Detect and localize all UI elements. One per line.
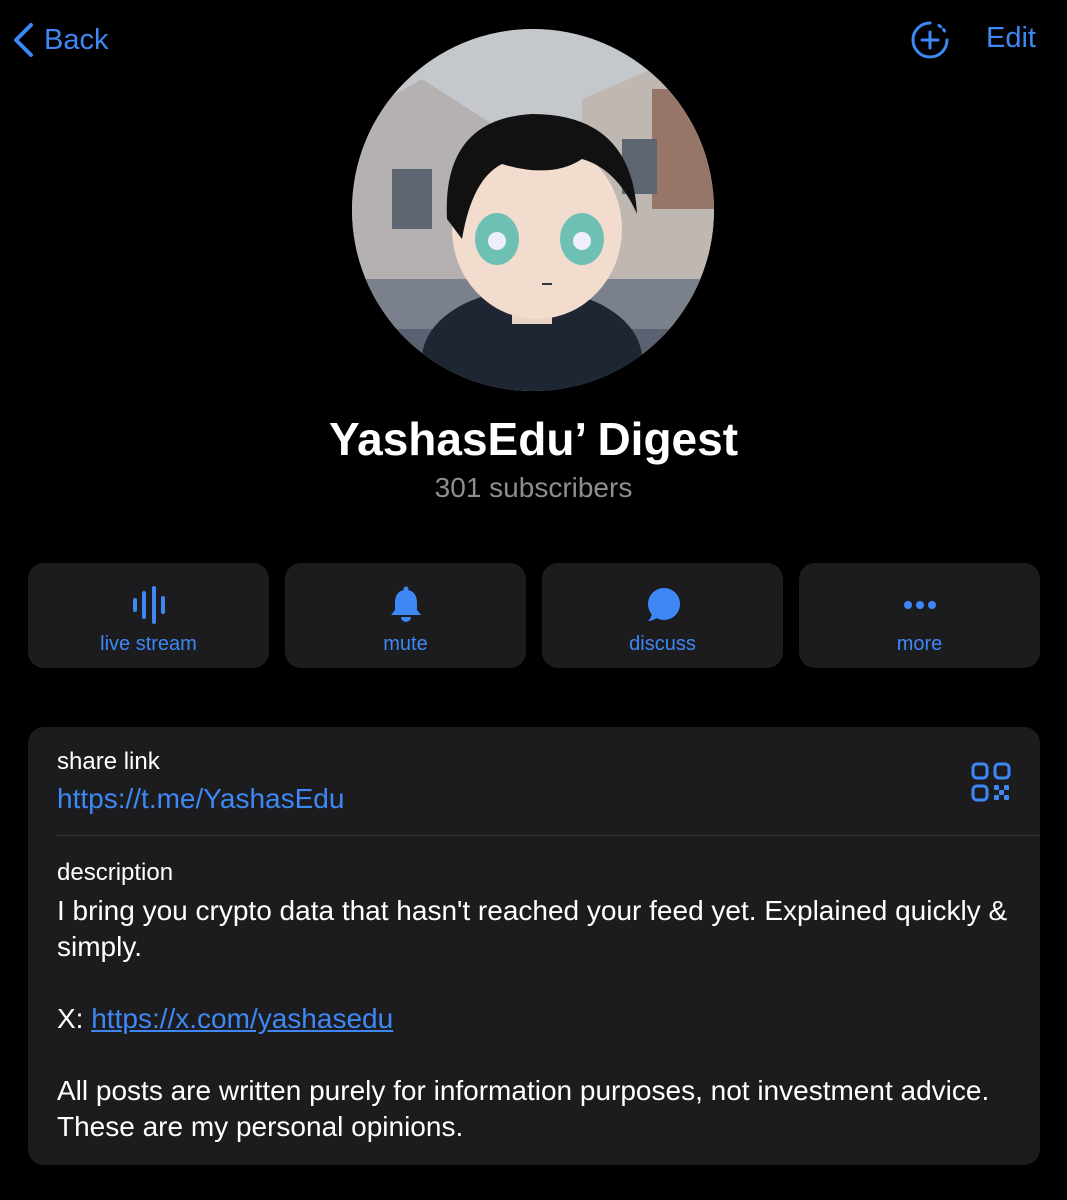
live-stream-label: live stream (100, 633, 197, 655)
info-card: share link https://t.me/YashasEdu descri… (28, 727, 1040, 1165)
mute-button[interactable]: mute (285, 563, 526, 668)
divider (57, 835, 1040, 836)
description-text: I bring you crypto data that hasn't reac… (57, 893, 1017, 1145)
back-button[interactable]: Back (10, 20, 108, 60)
channel-avatar[interactable] (352, 29, 714, 391)
x-prefix: X: (57, 1003, 92, 1034)
action-bar: live stream mute discuss more (28, 563, 1040, 668)
share-link-label: share link (57, 748, 160, 775)
more-button[interactable]: more (799, 563, 1040, 668)
description-paragraph: I bring you crypto data that hasn't reac… (57, 895, 1008, 962)
subscriber-count: 301 subscribers (434, 472, 633, 503)
ellipsis-icon (903, 601, 936, 609)
bell-icon (390, 586, 421, 622)
more-label: more (896, 633, 943, 655)
live-stream-button[interactable]: live stream (28, 563, 269, 668)
back-label: Back (44, 23, 109, 56)
qr-code-icon (971, 762, 1011, 802)
qr-code-button[interactable] (970, 761, 1012, 803)
discuss-button[interactable]: discuss (542, 563, 783, 668)
description-x-line: X: https://x.com/yashasedu (57, 1001, 1017, 1037)
chevron-left-icon (14, 23, 33, 57)
x-profile-link[interactable]: https://x.com/yashasedu (91, 1003, 393, 1034)
channel-name: YashasEdu’ Digest (328, 413, 739, 465)
add-circle-icon (911, 21, 949, 59)
live-stream-icon (132, 586, 165, 624)
description-label: description (57, 859, 174, 886)
mute-label: mute (383, 633, 428, 655)
description-disclaimer: All posts are written purely for informa… (57, 1075, 990, 1142)
speech-bubble-icon (647, 588, 680, 621)
add-story-button[interactable] (910, 20, 950, 60)
share-link-url[interactable]: https://t.me/YashasEdu (57, 783, 344, 815)
discuss-label: discuss (629, 633, 696, 655)
edit-button[interactable]: Edit (986, 22, 1036, 55)
